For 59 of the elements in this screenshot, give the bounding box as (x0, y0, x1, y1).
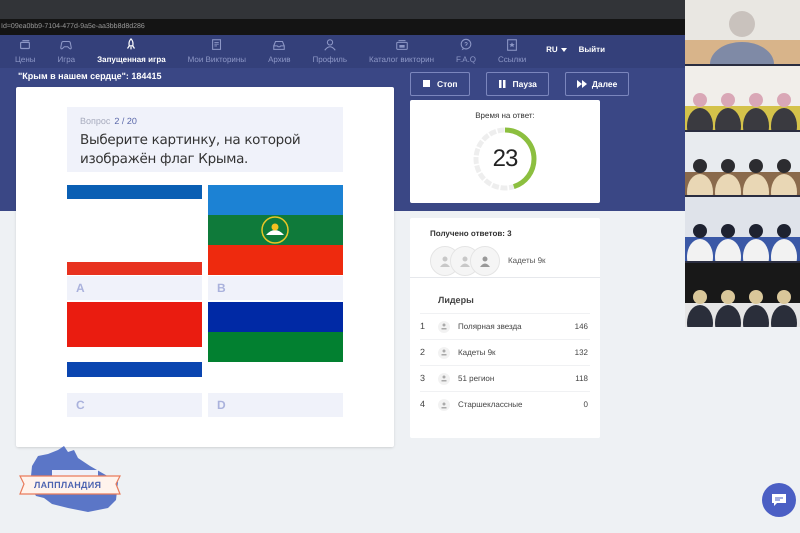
game-title: "Крым в нашем сердце": 184415 (17, 70, 162, 84)
nav-tab[interactable]: F.A.Q (445, 38, 488, 66)
nav-tab[interactable]: Архив (257, 38, 302, 66)
rank-number: 2 (420, 346, 426, 359)
chat-button[interactable] (762, 483, 796, 517)
caret-icon (560, 48, 567, 52)
document-icon (210, 38, 224, 52)
answer-option[interactable]: C (67, 393, 202, 417)
rank-number: 4 (420, 398, 426, 412)
question-counter: 2 / 20 (114, 115, 137, 128)
person-icon (322, 38, 337, 52)
stop-icon (422, 79, 432, 89)
team-score: 118 (575, 372, 589, 384)
rank-number: 1 (420, 320, 426, 333)
logout-link[interactable]: Выйти (578, 44, 605, 56)
bookmark-icon (505, 38, 520, 52)
nav-tab[interactable]: Профиль (301, 38, 358, 66)
cabinet-icon (394, 38, 409, 52)
team-score: 0 (584, 399, 589, 411)
question-label: Вопрос (80, 115, 110, 128)
timer-label: Время на ответ: (475, 110, 535, 122)
language-dropdown[interactable]: RU (546, 44, 567, 56)
pause-button[interactable]: Пауза (486, 72, 549, 96)
inbox-icon (272, 38, 286, 52)
nav-tab[interactable]: Запущенная игра (86, 38, 177, 66)
team-score: 146 (574, 320, 589, 332)
team-name: Кадеты 9к (508, 255, 546, 267)
fast-forward-icon (576, 79, 587, 89)
pause-icon (498, 79, 508, 89)
nav-tab[interactable]: Каталог викторин (358, 38, 446, 66)
cards-icon (18, 38, 32, 52)
timer-value: 23 (492, 145, 518, 173)
nav-tab[interactable]: Мои Викторины (176, 38, 258, 66)
rank-number: 3 (420, 372, 426, 385)
nav-tab[interactable]: Игра (46, 38, 86, 66)
team-name: Старшеклассные (458, 399, 524, 411)
leaders-title: Лидеры (420, 288, 590, 314)
person-icon (438, 320, 450, 332)
logo-text: ЛАППЛАНДИЯ (34, 479, 102, 492)
next-button[interactable]: Далее (564, 72, 630, 96)
nav-tab[interactable]: Ссылки (487, 38, 538, 66)
person-icon (438, 372, 450, 384)
answer-option[interactable]: D (208, 393, 343, 417)
team-name: Кадеты 9к (458, 346, 497, 358)
answer-option[interactable]: A (67, 276, 202, 300)
person-icon (438, 399, 450, 411)
nav-tab[interactable]: Цены (4, 38, 47, 66)
team-name: Полярная звезда (458, 320, 523, 332)
countdown-ring (472, 126, 538, 192)
gamepad-icon (59, 38, 74, 52)
person-icon (438, 346, 450, 358)
answers-count: Получено ответов: 3 (430, 228, 513, 240)
chat-icon (771, 493, 787, 507)
team-score: 132 (574, 346, 589, 358)
help-bubble-icon (459, 38, 474, 52)
team-name: 51 регион (458, 372, 496, 384)
answer-option[interactable]: B (208, 276, 343, 300)
question-text: Выберите картинку, на которой изображён флаг Крыма. (80, 130, 302, 168)
stop-button[interactable]: Стоп (410, 72, 470, 96)
